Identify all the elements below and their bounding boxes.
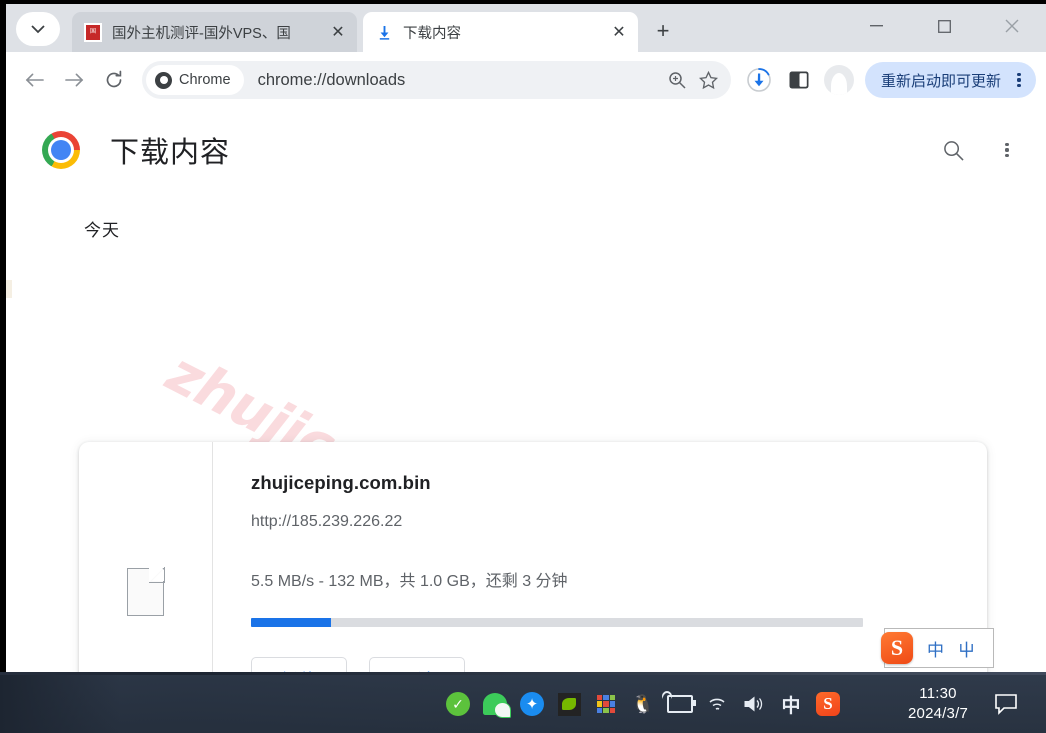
tab-downloads[interactable]: 下载内容 ✕: [363, 12, 638, 52]
ime-chinese-tray-icon[interactable]: 中: [778, 691, 804, 717]
bookmark-star-icon[interactable]: [693, 64, 725, 96]
download-source-url[interactable]: http://185.239.226.22: [251, 513, 987, 531]
download-file-icon-area: [79, 442, 213, 672]
download-progress-fill: [251, 618, 331, 627]
ime-mode-label[interactable]: 中: [927, 636, 944, 661]
zoom-icon[interactable]: [661, 64, 693, 96]
tab-site[interactable]: 国 国外主机测评-国外VPS、国 ✕: [72, 12, 357, 52]
security-check-icon[interactable]: ✓: [445, 691, 471, 717]
minimize-button[interactable]: [842, 4, 910, 48]
screen: ✓ ✦ 🐧 中 S 11:30 2024/3/7 国 国外主机测评-国外VPS、…: [0, 0, 1046, 733]
notification-center-icon[interactable]: [994, 675, 1018, 733]
avatar-icon: [823, 65, 854, 95]
update-button-label: 重新启动即可更新: [880, 72, 1001, 90]
chrome-logo-icon: [42, 131, 80, 169]
taskbar-left-shade: [0, 675, 120, 733]
cancel-button[interactable]: 取消: [369, 657, 465, 672]
sogou-logo-icon[interactable]: S: [881, 632, 913, 664]
pause-button[interactable]: 暂停: [251, 657, 347, 672]
generic-file-icon: [127, 568, 164, 616]
page-title: 下载内容: [110, 137, 231, 169]
qq-penguin-icon[interactable]: 🐧: [630, 691, 656, 717]
color-grid-icon[interactable]: [593, 691, 619, 717]
download-action-buttons: 暂停 取消: [251, 657, 987, 672]
taskbar-clock[interactable]: 11:30 2024/3/7: [908, 675, 968, 733]
tab-search-button[interactable]: [16, 12, 60, 46]
left-edge-artifact: [6, 280, 12, 298]
wechat-icon[interactable]: [482, 691, 511, 718]
download-filename[interactable]: zhujiceping.com.bin: [251, 472, 987, 494]
windows-taskbar[interactable]: ✓ ✦ 🐧 中 S 11:30 2024/3/7: [0, 675, 1046, 733]
tab-close-icon[interactable]: ✕: [606, 19, 632, 45]
tab-strip: 国 国外主机测评-国外VPS、国 ✕ 下载内容 ✕ +: [6, 4, 1046, 52]
profile-avatar[interactable]: [821, 62, 857, 98]
downloads-page: 下载内容 今天 zhujiceping.com.bin http://185.2…: [6, 108, 1046, 672]
window-controls[interactable]: [842, 4, 1046, 48]
download-arrow-icon: [375, 23, 393, 41]
address-bar-url[interactable]: chrome://downloads: [258, 71, 661, 90]
update-button[interactable]: 重新启动即可更新: [864, 62, 1036, 98]
browser-menu-icon[interactable]: [1009, 70, 1029, 90]
nvidia-icon[interactable]: [556, 691, 582, 717]
battery-icon[interactable]: [667, 691, 696, 717]
clock-date: 2024/3/7: [908, 705, 968, 722]
sogou-ime-toolbar[interactable]: S 中 屮: [881, 628, 994, 668]
browser-toolbar: Chrome chrome://downloads 重新启动即可更新: [6, 52, 1046, 108]
address-bar[interactable]: Chrome chrome://downloads: [142, 61, 731, 99]
side-panel-icon[interactable]: [781, 62, 817, 98]
chrome-mode-chip[interactable]: Chrome: [146, 65, 244, 95]
maximize-button[interactable]: [910, 4, 978, 48]
bluetooth-icon[interactable]: ✦: [519, 691, 545, 717]
system-tray[interactable]: ✓ ✦ 🐧 中 S: [445, 675, 841, 733]
sogou-tray-icon[interactable]: S: [815, 691, 841, 717]
download-item-details: zhujiceping.com.bin http://185.239.226.2…: [213, 442, 987, 672]
tab-title: 国外主机测评-国外VPS、国: [112, 25, 291, 42]
wifi-icon[interactable]: [704, 691, 730, 717]
search-icon[interactable]: [940, 137, 966, 163]
new-tab-button[interactable]: +: [646, 14, 680, 48]
downloads-header: 下载内容: [6, 108, 1046, 192]
downloads-header-actions: [940, 137, 1020, 163]
close-button[interactable]: [978, 4, 1046, 48]
reload-button[interactable]: [96, 62, 132, 98]
site-favicon-icon: 国: [84, 22, 102, 42]
ime-tool-label[interactable]: 屮: [958, 636, 975, 661]
volume-icon[interactable]: [741, 691, 767, 717]
forward-button[interactable]: [56, 62, 92, 98]
downloads-more-icon[interactable]: [994, 137, 1020, 163]
clock-time: 11:30: [919, 685, 957, 702]
chrome-chip-logo-icon: [155, 71, 172, 89]
chrome-chip-label: Chrome: [179, 72, 231, 88]
download-item-card[interactable]: zhujiceping.com.bin http://185.239.226.2…: [79, 442, 987, 672]
back-button[interactable]: [16, 62, 52, 98]
downloads-button[interactable]: [741, 62, 777, 98]
section-label-today: 今天: [84, 221, 120, 240]
tab-close-icon[interactable]: ✕: [325, 19, 351, 45]
tab-title: 下载内容: [403, 25, 461, 42]
chrome-browser-window: 国 国外主机测评-国外VPS、国 ✕ 下载内容 ✕ + Chrome chrom…: [0, 0, 1046, 672]
download-status-text: 5.5 MB/s - 132 MB，共 1.0 GB，还剩 3 分钟: [251, 573, 568, 590]
download-progress-bar: [251, 618, 863, 627]
